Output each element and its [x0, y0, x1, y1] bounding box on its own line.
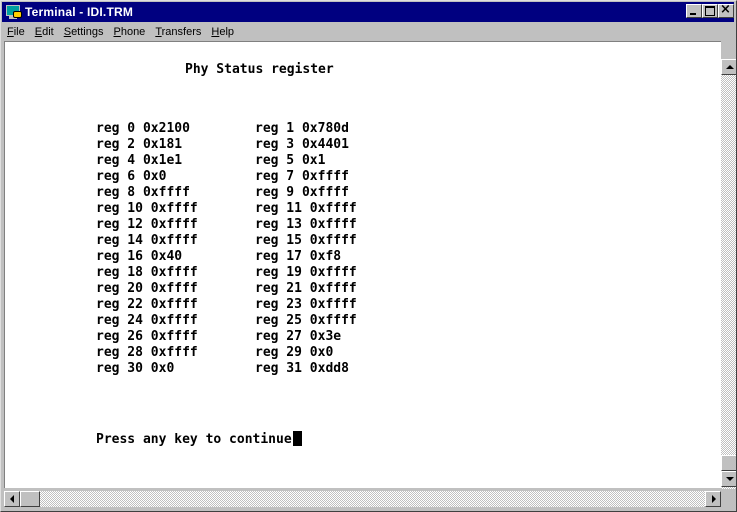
scroll-right-button[interactable]	[705, 491, 721, 507]
menu-transfers[interactable]: Transfers	[150, 23, 206, 41]
menu-phone[interactable]: Phone	[108, 23, 150, 41]
register-line-right: reg 1 0x780d	[255, 121, 349, 136]
register-line-left: reg 0 0x2100	[96, 121, 190, 136]
scroll-left-button[interactable]	[4, 491, 20, 507]
vertical-scroll-thumb[interactable]	[721, 455, 736, 471]
register-line-right: reg 21 0xffff	[255, 281, 357, 296]
maximize-button[interactable]	[702, 4, 718, 18]
register-line-left: reg 2 0x181	[96, 137, 183, 152]
title-buttons: ×	[686, 2, 734, 18]
register-line-left: reg 24 0xffff	[96, 313, 198, 328]
register-line-left: reg 14 0xffff	[96, 233, 198, 248]
menu-settings[interactable]: Settings	[59, 23, 109, 41]
vertical-scrollbar[interactable]	[721, 59, 736, 489]
register-line-left: reg 22 0xffff	[96, 297, 198, 312]
scroll-up-button[interactable]	[721, 59, 736, 75]
terminal-app-icon[interactable]	[5, 4, 22, 20]
arrow-left-icon	[10, 495, 14, 503]
register-line-left: reg 8 0xffff	[96, 185, 190, 200]
register-line-left: reg 10 0xffff	[96, 201, 198, 216]
register-line-right: reg 9 0xffff	[255, 185, 349, 200]
register-line-right: reg 23 0xffff	[255, 297, 357, 312]
register-line-right: reg 27 0x3e	[255, 329, 342, 344]
register-line-right: reg 15 0xffff	[255, 233, 357, 248]
register-line-right: reg 11 0xffff	[255, 201, 357, 216]
register-line-left: reg 6 0x0	[96, 169, 167, 184]
arrow-down-icon	[726, 477, 734, 481]
menu-edit[interactable]: Edit	[30, 23, 59, 41]
window-title: Terminal - IDI.TRM	[25, 5, 134, 19]
terminal-text-area[interactable]: Phy Status register reg 0 0x2100 reg 1 0x…	[5, 42, 721, 488]
text-cursor	[292, 431, 302, 446]
register-line-right: reg 19 0xffff	[255, 265, 357, 280]
register-line-left: reg 28 0xffff	[96, 345, 198, 360]
prompt-text: Press any key to continue	[96, 432, 292, 447]
maximize-icon	[705, 6, 715, 16]
register-line-right: reg 3 0x4401	[255, 137, 349, 152]
scroll-down-button[interactable]	[721, 471, 736, 487]
register-line-left: reg 18 0xffff	[96, 265, 198, 280]
register-line-left: reg 4 0x1e1	[96, 153, 183, 168]
arrow-up-icon	[726, 65, 734, 69]
menu-help[interactable]: Help	[206, 23, 239, 41]
register-line-left: reg 16 0x40	[96, 249, 183, 264]
register-line-left: reg 26 0xffff	[96, 329, 198, 344]
terminal-window: Terminal - IDI.TRM × File Edit Settings …	[0, 0, 737, 512]
register-line-right: reg 7 0xffff	[255, 169, 349, 184]
close-button[interactable]: ×	[718, 2, 734, 18]
minimize-button[interactable]	[686, 4, 702, 18]
horizontal-scrollbar[interactable]	[4, 491, 721, 507]
horizontal-scroll-thumb[interactable]	[20, 491, 40, 507]
register-line-right: reg 25 0xffff	[255, 313, 357, 328]
register-line-right: reg 29 0x0	[255, 345, 334, 360]
register-line-left: reg 30 0x0	[96, 361, 175, 376]
continue-prompt: Press any key to continue	[96, 431, 302, 447]
menu-file[interactable]: File	[2, 23, 30, 41]
title-bar[interactable]: Terminal - IDI.TRM ×	[2, 2, 734, 22]
register-line-right: reg 13 0xffff	[255, 217, 357, 232]
register-line-right: reg 31 0xdd8	[255, 361, 349, 376]
terminal-screen[interactable]: Phy Status register reg 0 0x2100 reg 1 0x…	[4, 41, 721, 488]
register-line-left: reg 12 0xffff	[96, 217, 198, 232]
register-line-left: reg 20 0xffff	[96, 281, 198, 296]
minimize-icon	[690, 13, 696, 15]
arrow-right-icon	[712, 495, 716, 503]
close-icon: ×	[720, 2, 731, 17]
register-line-right: reg 5 0x1	[255, 153, 326, 168]
menu-bar: File Edit Settings Phone Transfers Help	[2, 23, 734, 41]
register-line-right: reg 17 0xf8	[255, 249, 342, 264]
screen-heading: Phy Status register	[185, 62, 334, 77]
